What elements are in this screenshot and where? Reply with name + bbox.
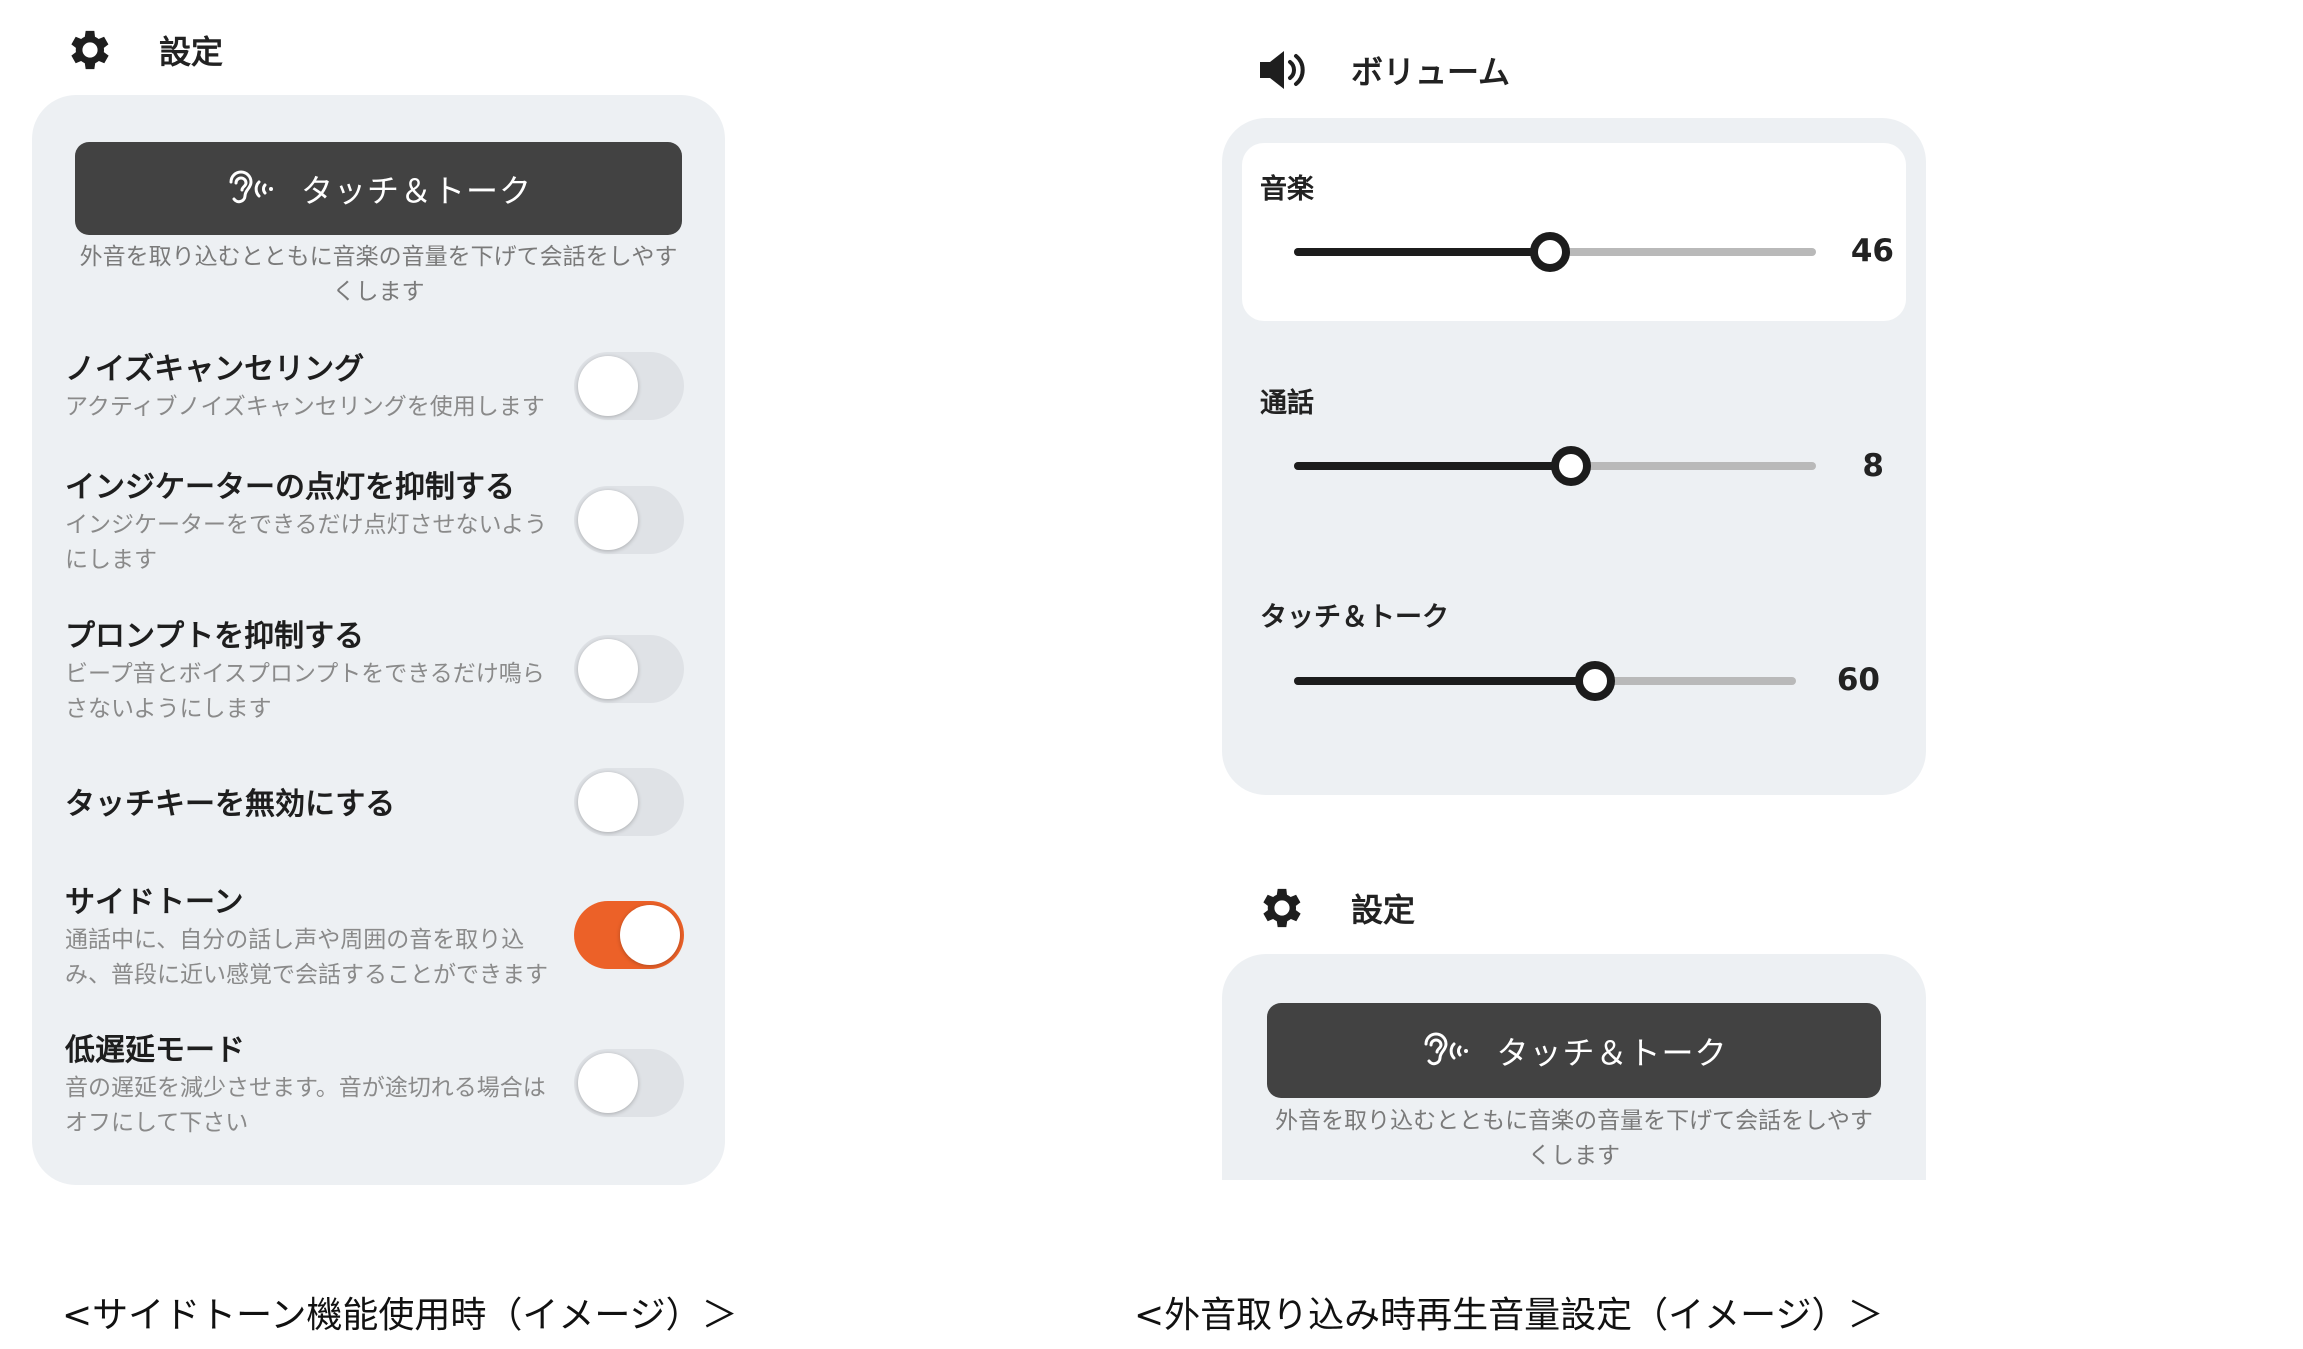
ear-icon <box>1424 1032 1469 1065</box>
music-volume-slider[interactable] <box>1294 232 1816 272</box>
speaker-icon <box>1260 51 1305 89</box>
music-volume-value: 46 <box>1850 233 1894 269</box>
volume-header: ボリューム <box>1256 42 1510 98</box>
gear-icon <box>71 30 109 70</box>
touch-key-toggle[interactable] <box>574 768 684 836</box>
toggle-knob <box>578 772 638 832</box>
slider-thumb[interactable] <box>1529 232 1570 272</box>
prompt-toggle[interactable] <box>574 635 684 703</box>
slider-thumb[interactable] <box>1550 446 1591 486</box>
music-volume-label: 音楽 <box>1260 174 1314 205</box>
slider-fill <box>1294 462 1571 470</box>
touch-talk-label: タッチ＆トーク <box>300 171 532 210</box>
toggle-knob <box>578 1053 638 1113</box>
touch-talk-button[interactable]: タッチ＆トーク <box>75 142 682 235</box>
toggle-knob <box>578 356 638 416</box>
settings-title: 設定 <box>159 33 224 71</box>
slider-fill <box>1294 248 1550 256</box>
right-caption: <外音取り込み時再生音量設定（イメージ）＞ <box>1134 1295 1884 1336</box>
noise-cancelling-toggle[interactable] <box>574 352 684 420</box>
volume-title: ボリューム <box>1351 53 1511 91</box>
music-volume-highlight <box>1242 143 1906 321</box>
toggle-knob <box>620 905 680 965</box>
setting-description: インジケーターをできるだけ点灯させないようにします <box>65 512 548 573</box>
call-volume-value: 8 <box>1862 448 1884 484</box>
touch-talk-volume-value: 60 <box>1836 662 1880 698</box>
call-volume-label: 通話 <box>1260 388 1314 419</box>
setting-description: 音の遅延を減少させます。音が途切れる場合はオフにして下さい <box>65 1075 546 1136</box>
touch-talk-description: 外音を取り込むとともに音楽の音量を下げて会話をしやす くします <box>79 244 678 305</box>
touch-talk-volume-label: タッチ＆トーク <box>1260 602 1449 633</box>
indicator-toggle[interactable] <box>574 486 684 554</box>
sidetone-toggle[interactable] <box>574 901 684 969</box>
touch-talk-description: 外音を取り込むとともに音楽の音量を下げて会話をしやす くします <box>1275 1108 1873 1169</box>
toggle-knob <box>578 639 638 699</box>
slider-fill <box>1294 677 1596 685</box>
left-caption: <サイドトーン機能使用時（イメージ）＞ <box>62 1295 738 1336</box>
setting-description: アクティブノイズキャンセリングを使用します <box>65 394 545 420</box>
settings-title: 設定 <box>1351 891 1416 929</box>
gear-icon <box>1263 888 1301 928</box>
low-latency-toggle[interactable] <box>574 1049 684 1117</box>
touch-talk-label: タッチ＆トーク <box>1496 1033 1728 1072</box>
setting-description: 通話中に、自分の話し声や周囲の音を取り込み、普段に近い感覚で会話することができま… <box>65 927 548 988</box>
settings-panel-right: タッチ＆トーク 外音を取り込むとともに音楽の音量を下げて会話をしやす くします <box>1222 954 1926 1180</box>
setting-description: ビープ音とボイスプロンプトをできるだけ鳴らさないようにします <box>65 661 545 722</box>
slider-thumb[interactable] <box>1575 661 1616 701</box>
touch-talk-button[interactable]: タッチ＆トーク <box>1267 1003 1881 1098</box>
ear-icon <box>229 170 273 203</box>
call-volume-slider[interactable] <box>1294 446 1816 486</box>
toggle-knob <box>578 490 638 550</box>
settings-header-right: 設定 <box>1256 880 1415 936</box>
touch-talk-volume-slider[interactable] <box>1294 661 1796 701</box>
settings-header: 設定 <box>64 22 223 78</box>
